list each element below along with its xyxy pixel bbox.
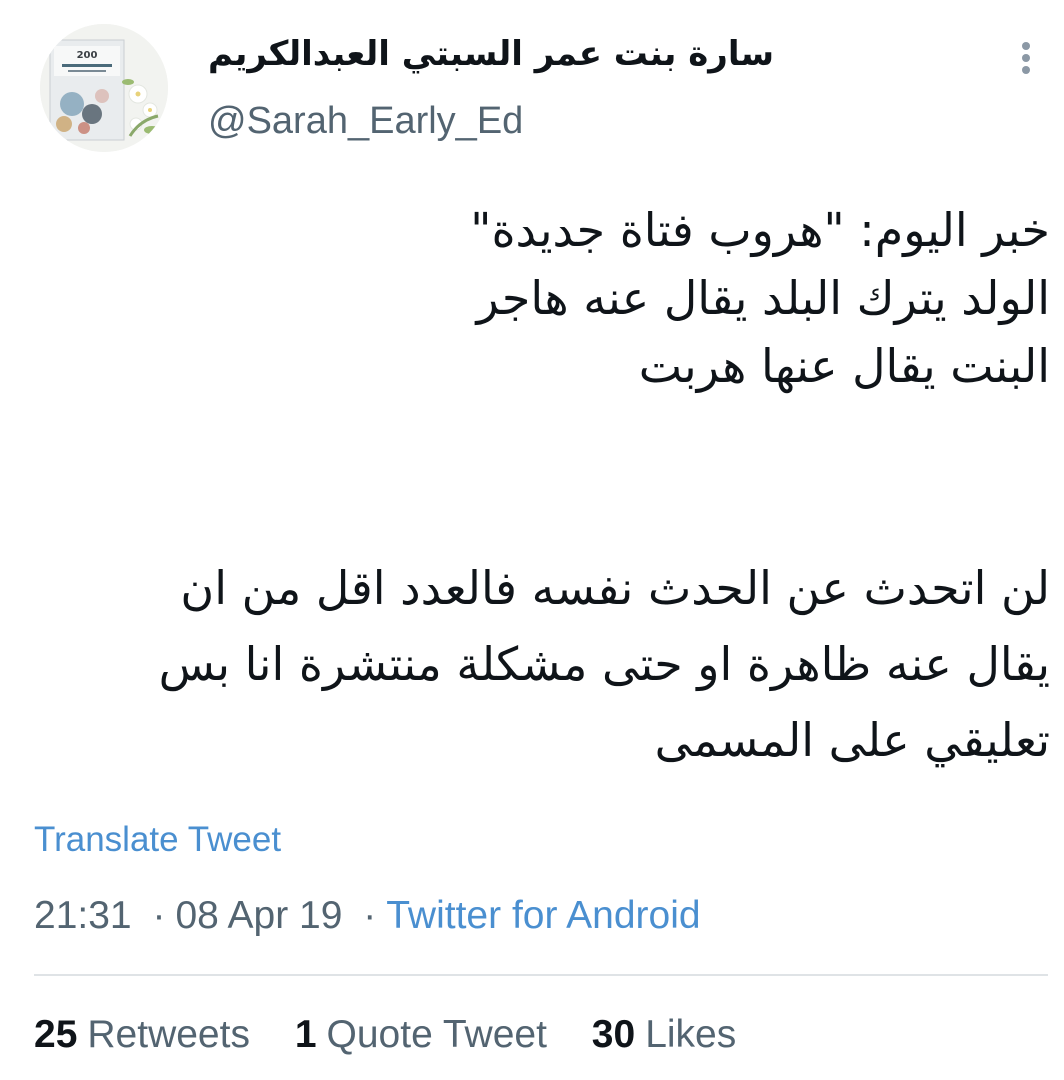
avatar[interactable]: 200 [40, 24, 168, 152]
tweet-text-line: لن اتحدث عن الحدث نفسه فالعدد اقل من ان [180, 561, 1050, 615]
divider [34, 974, 1048, 976]
more-vertical-icon [1022, 42, 1030, 50]
translate-tweet-link[interactable]: Translate Tweet [34, 818, 281, 862]
retweets-stat[interactable]: 25 Retweets [34, 1010, 250, 1060]
tweet-detail: 200 سارة بنت عمر السبتي العبدالكريم @Sar… [0, 0, 1064, 1080]
quote-tweets-count: 1 [294, 1013, 317, 1056]
tweet-text-line: البنت يقال عنها هربت [638, 339, 1050, 393]
tweet-text-line: الولد يترك البلد يقال عنه هاجر [476, 271, 1050, 325]
retweets-count: 25 [34, 1013, 78, 1056]
tweet-text-line: خبر اليوم: "هروب فتاة جديدة" [470, 203, 1050, 257]
meta-separator: · [152, 894, 166, 937]
avatar-book-number: 200 [77, 50, 98, 61]
avatar-image: 200 [40, 24, 168, 152]
tweet-meta: 21:31 · 08 Apr 19 · Twitter for Android [34, 892, 701, 940]
tweet-time[interactable]: 21:31 [34, 894, 132, 937]
tweet-date[interactable]: 08 Apr 19 [175, 894, 342, 937]
author-handle[interactable]: @Sarah_Early_Ed [208, 96, 523, 146]
retweets-label: Retweets [87, 1013, 250, 1056]
tweet-source-link[interactable]: Twitter for Android [386, 894, 700, 937]
author-display-name[interactable]: سارة بنت عمر السبتي العبدالكريم [208, 30, 808, 78]
tweet-paragraph: خبر اليوم: "هروب فتاة جديدة" الولد يترك … [40, 196, 1050, 400]
likes-count: 30 [591, 1013, 636, 1056]
likes-label: Likes [645, 1013, 737, 1056]
quote-tweets-label: Quote Tweet [326, 1013, 547, 1056]
meta-separator: · [363, 894, 377, 937]
more-vertical-icon-dot [1022, 54, 1030, 62]
tweet-text: خبر اليوم: "هروب فتاة جديدة" الولد يترك … [40, 196, 1050, 778]
quote-tweets-stat[interactable]: 1 Quote Tweet [295, 1010, 547, 1060]
tweet-text-line: تعليقي على المسمى [654, 713, 1050, 767]
tweet-paragraph: لن اتحدث عن الحدث نفسه فالعدد اقل من ان … [40, 550, 1050, 778]
tweet-stats: 25 Retweets 1 Quote Tweet 30 Likes [34, 1010, 770, 1060]
tweet-text-line: يقال عنه ظاهرة او حتى مشكلة منتشرة انا ب… [158, 637, 1050, 691]
likes-stat[interactable]: 30 Likes [592, 1010, 736, 1060]
more-vertical-icon-dot [1022, 66, 1030, 74]
more-options-button[interactable] [1004, 36, 1048, 80]
